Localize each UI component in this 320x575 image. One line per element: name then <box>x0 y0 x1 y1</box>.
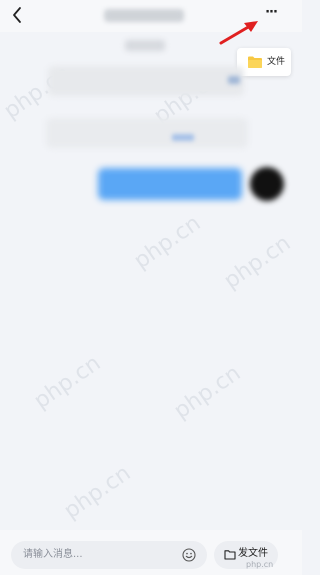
annotation-arrow <box>219 21 258 45</box>
message-bubble-outgoing <box>98 168 242 200</box>
message-input-placeholder: 请输入消息... <box>23 549 83 560</box>
watermark: php.cn <box>59 460 136 525</box>
message-bubble-incoming <box>48 66 244 96</box>
watermark: php.cn <box>219 230 296 295</box>
more-options-popup: 文件 <box>237 48 291 76</box>
popup-item-file[interactable]: 文件 <box>237 48 291 76</box>
message-bubble-incoming <box>46 118 248 148</box>
more-options-button[interactable]: ··· <box>260 6 282 24</box>
popup-item-label: 文件 <box>267 57 286 67</box>
send-file-label: 发文件 <box>238 548 268 559</box>
folder-outline-icon <box>224 550 236 560</box>
folder-icon <box>248 56 262 68</box>
watermark: php.cn <box>169 360 246 425</box>
chat-title-redacted <box>104 9 184 22</box>
smiley-icon <box>182 548 196 562</box>
message-link-redacted <box>172 134 194 141</box>
back-button[interactable] <box>8 5 28 25</box>
watermark-corner: php.cn <box>246 560 274 569</box>
watermark: php.cn <box>129 210 206 275</box>
avatar[interactable] <box>250 167 284 201</box>
chevron-left-icon <box>13 7 21 23</box>
watermark: php.cn <box>29 350 106 415</box>
message-link-redacted <box>228 76 240 84</box>
timestamp-redacted <box>125 40 165 51</box>
chat-screen: php.cn php.cn php.cn php.cn php.cn php.c… <box>0 0 302 575</box>
emoji-button[interactable] <box>182 547 196 562</box>
